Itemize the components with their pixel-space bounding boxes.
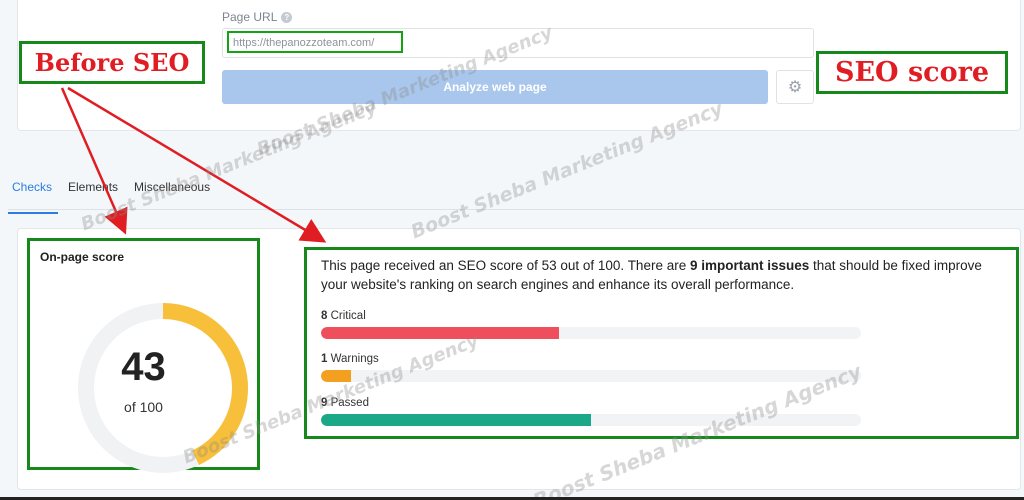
url-label: Page URL ? xyxy=(222,10,293,24)
important-issues-count: 9 important issues xyxy=(689,258,810,273)
seo-score-callout: SEO score xyxy=(816,51,1008,94)
critical-bar-fill xyxy=(321,327,559,339)
passed-bar-fill xyxy=(321,414,591,426)
help-icon[interactable]: ? xyxy=(281,11,293,23)
score-max: of 100 xyxy=(124,399,163,415)
issues-summary-panel: This page received an SEO score of 53 ou… xyxy=(304,247,1019,439)
score-value: 43 xyxy=(121,345,166,389)
url-label-text: Page URL xyxy=(222,10,278,24)
tabs-divider xyxy=(8,209,1024,210)
metric-passed-label: 9 Passed xyxy=(321,397,369,409)
gear-icon: ⚙ xyxy=(787,79,803,96)
metric-passed-bar xyxy=(321,414,861,426)
metric-critical-label: 8 Critical xyxy=(321,310,366,322)
metric-warnings-label: 1 Warnings xyxy=(321,353,379,365)
warnings-bar-fill xyxy=(321,370,351,382)
summary-text: This page received an SEO score of 53 ou… xyxy=(321,258,982,292)
score-title: On-page score xyxy=(40,250,125,264)
analyze-button[interactable]: Analyze web page xyxy=(222,70,768,104)
url-highlight-box xyxy=(227,31,403,53)
metric-critical-bar xyxy=(321,327,861,339)
on-page-score-panel: On-page score 43 of 100 xyxy=(27,238,260,473)
metric-warnings-bar xyxy=(321,370,861,382)
settings-button[interactable]: ⚙ xyxy=(776,70,814,104)
before-seo-callout: Before SEO xyxy=(19,41,205,84)
